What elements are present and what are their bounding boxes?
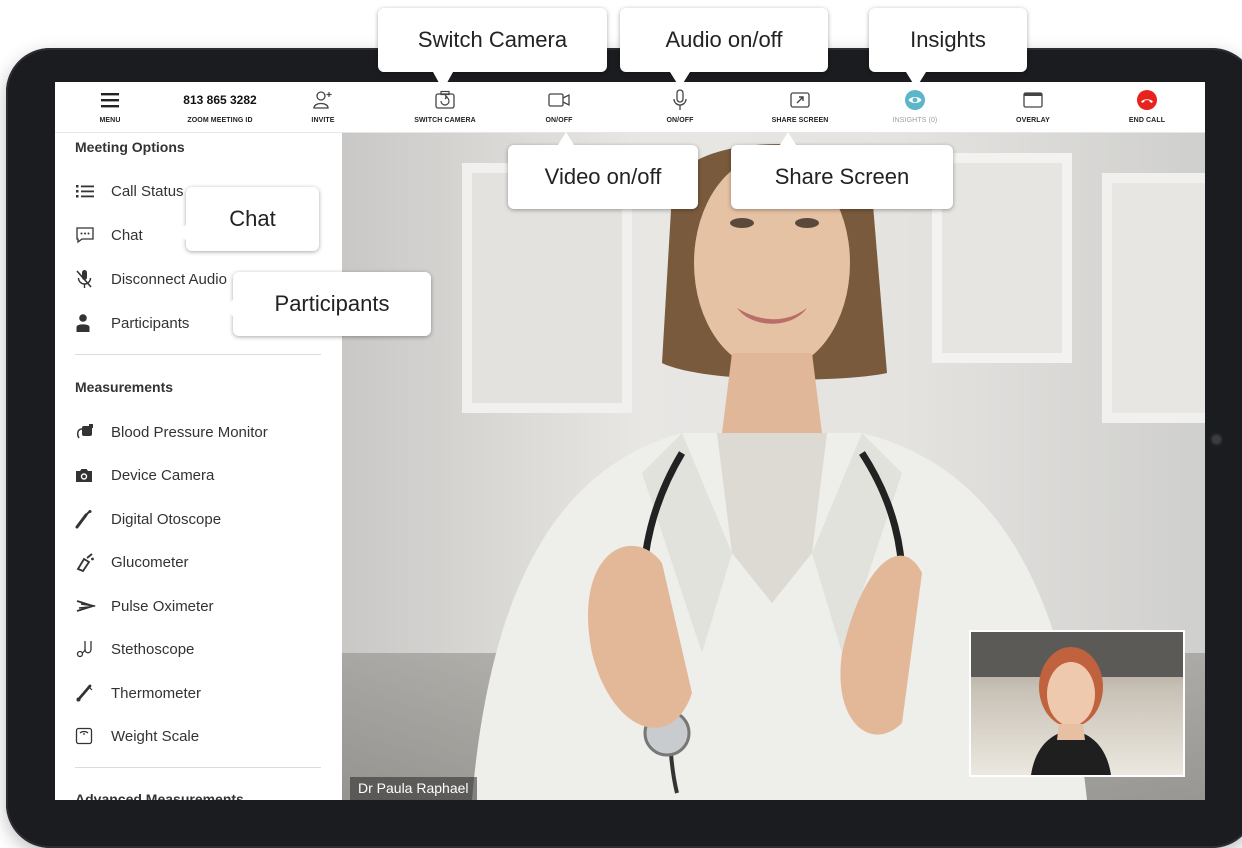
callout-audio: Audio on/off [620, 8, 828, 72]
sidebar-item-blood-pressure-monitor[interactable]: Blood Pressure Monitor [75, 418, 268, 446]
callout-chat: Chat [186, 187, 319, 251]
chat-label: Chat [111, 226, 143, 244]
weight-scale-icon [75, 725, 97, 747]
chat-icon [75, 224, 97, 246]
mic-off-icon [75, 268, 97, 290]
camera-icon [75, 464, 97, 486]
video-camera-icon [547, 86, 571, 114]
tablet-camera-dot [1212, 435, 1221, 444]
sidebar-item-pulse-oximeter[interactable]: Pulse Oximeter [75, 592, 214, 620]
sidebar-item-weight-scale[interactable]: Weight Scale [75, 722, 199, 750]
invite-label: INVITE [311, 117, 335, 124]
video-toggle-label: ON/OFF [545, 117, 573, 124]
device-camera-label: Device Camera [111, 466, 215, 484]
stethoscope-icon [75, 638, 97, 660]
pulse-oximeter-icon [75, 595, 97, 617]
share-screen-button[interactable]: SHARE SCREEN [755, 82, 845, 132]
disconnect-audio-label: Disconnect Audio [111, 270, 227, 288]
digital-otoscope-label: Digital Otoscope [111, 510, 222, 528]
blood-pressure-icon [75, 421, 97, 443]
callout-audio-text: Audio on/off [659, 27, 789, 53]
overlay-button[interactable]: OVERLAY [1003, 82, 1063, 132]
audio-toggle-label: ON/OFF [666, 117, 694, 124]
blood-pressure-label: Blood Pressure Monitor [111, 423, 268, 441]
thermometer-label: Thermometer [111, 684, 202, 702]
sidebar-item-device-camera[interactable]: Device Camera [75, 461, 214, 489]
meeting-options-title: Meeting Options [75, 139, 185, 155]
callout-participants: Participants [233, 272, 431, 336]
audio-toggle-button[interactable]: ON/OFF [650, 82, 710, 132]
callout-video: Video on/off [508, 145, 698, 209]
sidebar-item-disconnect-audio[interactable]: Disconnect Audio [75, 265, 227, 293]
microphone-icon [672, 86, 688, 114]
hamburger-menu-icon [99, 86, 121, 114]
meeting-id: 813 865 3282 ZOOM MEETING ID [165, 82, 275, 132]
participants-label: Participants [111, 314, 190, 332]
eye-icon [904, 86, 926, 114]
menu-button[interactable]: MENU [80, 82, 140, 132]
otoscope-icon [75, 508, 97, 530]
pulse-oximeter-label: Pulse Oximeter [111, 597, 214, 615]
share-screen-label: SHARE SCREEN [771, 117, 829, 124]
callout-switch-camera-text: Switch Camera [411, 27, 574, 53]
main-video-feed: Dr Paula Raphael [342, 133, 1205, 800]
video-toggle-button[interactable]: ON/OFF [529, 82, 589, 132]
callout-insights: Insights [869, 8, 1027, 72]
measurements-title: Measurements [75, 379, 174, 395]
glucometer-icon [75, 551, 97, 573]
weight-scale-label: Weight Scale [111, 727, 200, 745]
list-icon [75, 180, 97, 202]
self-view-figure [971, 632, 1183, 775]
invite-button[interactable]: INVITE [298, 82, 348, 132]
thermometer-icon [75, 682, 97, 704]
sidebar-divider-2 [75, 767, 321, 768]
switch-camera-icon [434, 86, 456, 114]
end-call-label: END CALL [1128, 117, 1166, 124]
menu-label: MENU [99, 117, 121, 124]
callout-video-text: Video on/off [538, 164, 668, 190]
hang-up-icon [1136, 86, 1158, 114]
participant-name-tag: Dr Paula Raphael [350, 777, 477, 800]
meeting-id-value: 813 865 3282 [183, 93, 257, 107]
sidebar-item-call-status[interactable]: Call Status [75, 177, 184, 205]
advanced-measurements-title: Advanced Measurements [75, 791, 244, 800]
sidebar-item-stethoscope[interactable]: Stethoscope [75, 635, 194, 663]
share-screen-icon [789, 86, 811, 114]
callout-chat-text: Chat [223, 206, 282, 232]
overlay-window-icon [1022, 86, 1044, 114]
callout-share-screen-text: Share Screen [768, 164, 916, 190]
callout-participants-text: Participants [268, 291, 396, 317]
sidebar-item-thermometer[interactable]: Thermometer [75, 679, 201, 707]
sidebar-item-digital-otoscope[interactable]: Digital Otoscope [75, 505, 221, 533]
sidebar-item-participants[interactable]: Participants [75, 309, 189, 337]
insights-label: INSIGHTS (0) [892, 117, 938, 124]
callout-switch-camera: Switch Camera [378, 8, 828, 72]
stethoscope-label: Stethoscope [111, 640, 195, 658]
switch-camera-label: SWITCH CAMERA [414, 117, 476, 124]
sidebar-item-chat[interactable]: Chat [75, 221, 143, 249]
meeting-id-label: ZOOM MEETING ID [187, 117, 253, 124]
overlay-label: OVERLAY [1016, 117, 1050, 124]
top-toolbar: MENU 813 865 3282 ZOOM MEETING ID INVITE… [55, 82, 1205, 133]
callout-insights-text: Insights [904, 27, 992, 53]
switch-camera-button[interactable]: SWITCH CAMERA [395, 82, 495, 132]
end-call-button[interactable]: END CALL [1117, 82, 1177, 132]
glucometer-label: Glucometer [111, 553, 189, 571]
self-view-video[interactable] [969, 630, 1185, 777]
sidebar-item-glucometer[interactable]: Glucometer [75, 548, 189, 576]
callout-share-screen: Share Screen [731, 145, 953, 209]
add-person-icon [312, 86, 334, 114]
insights-button[interactable]: INSIGHTS (0) [875, 82, 955, 132]
sidebar-divider [75, 354, 321, 355]
call-status-label: Call Status [111, 182, 184, 200]
person-icon [75, 312, 97, 334]
